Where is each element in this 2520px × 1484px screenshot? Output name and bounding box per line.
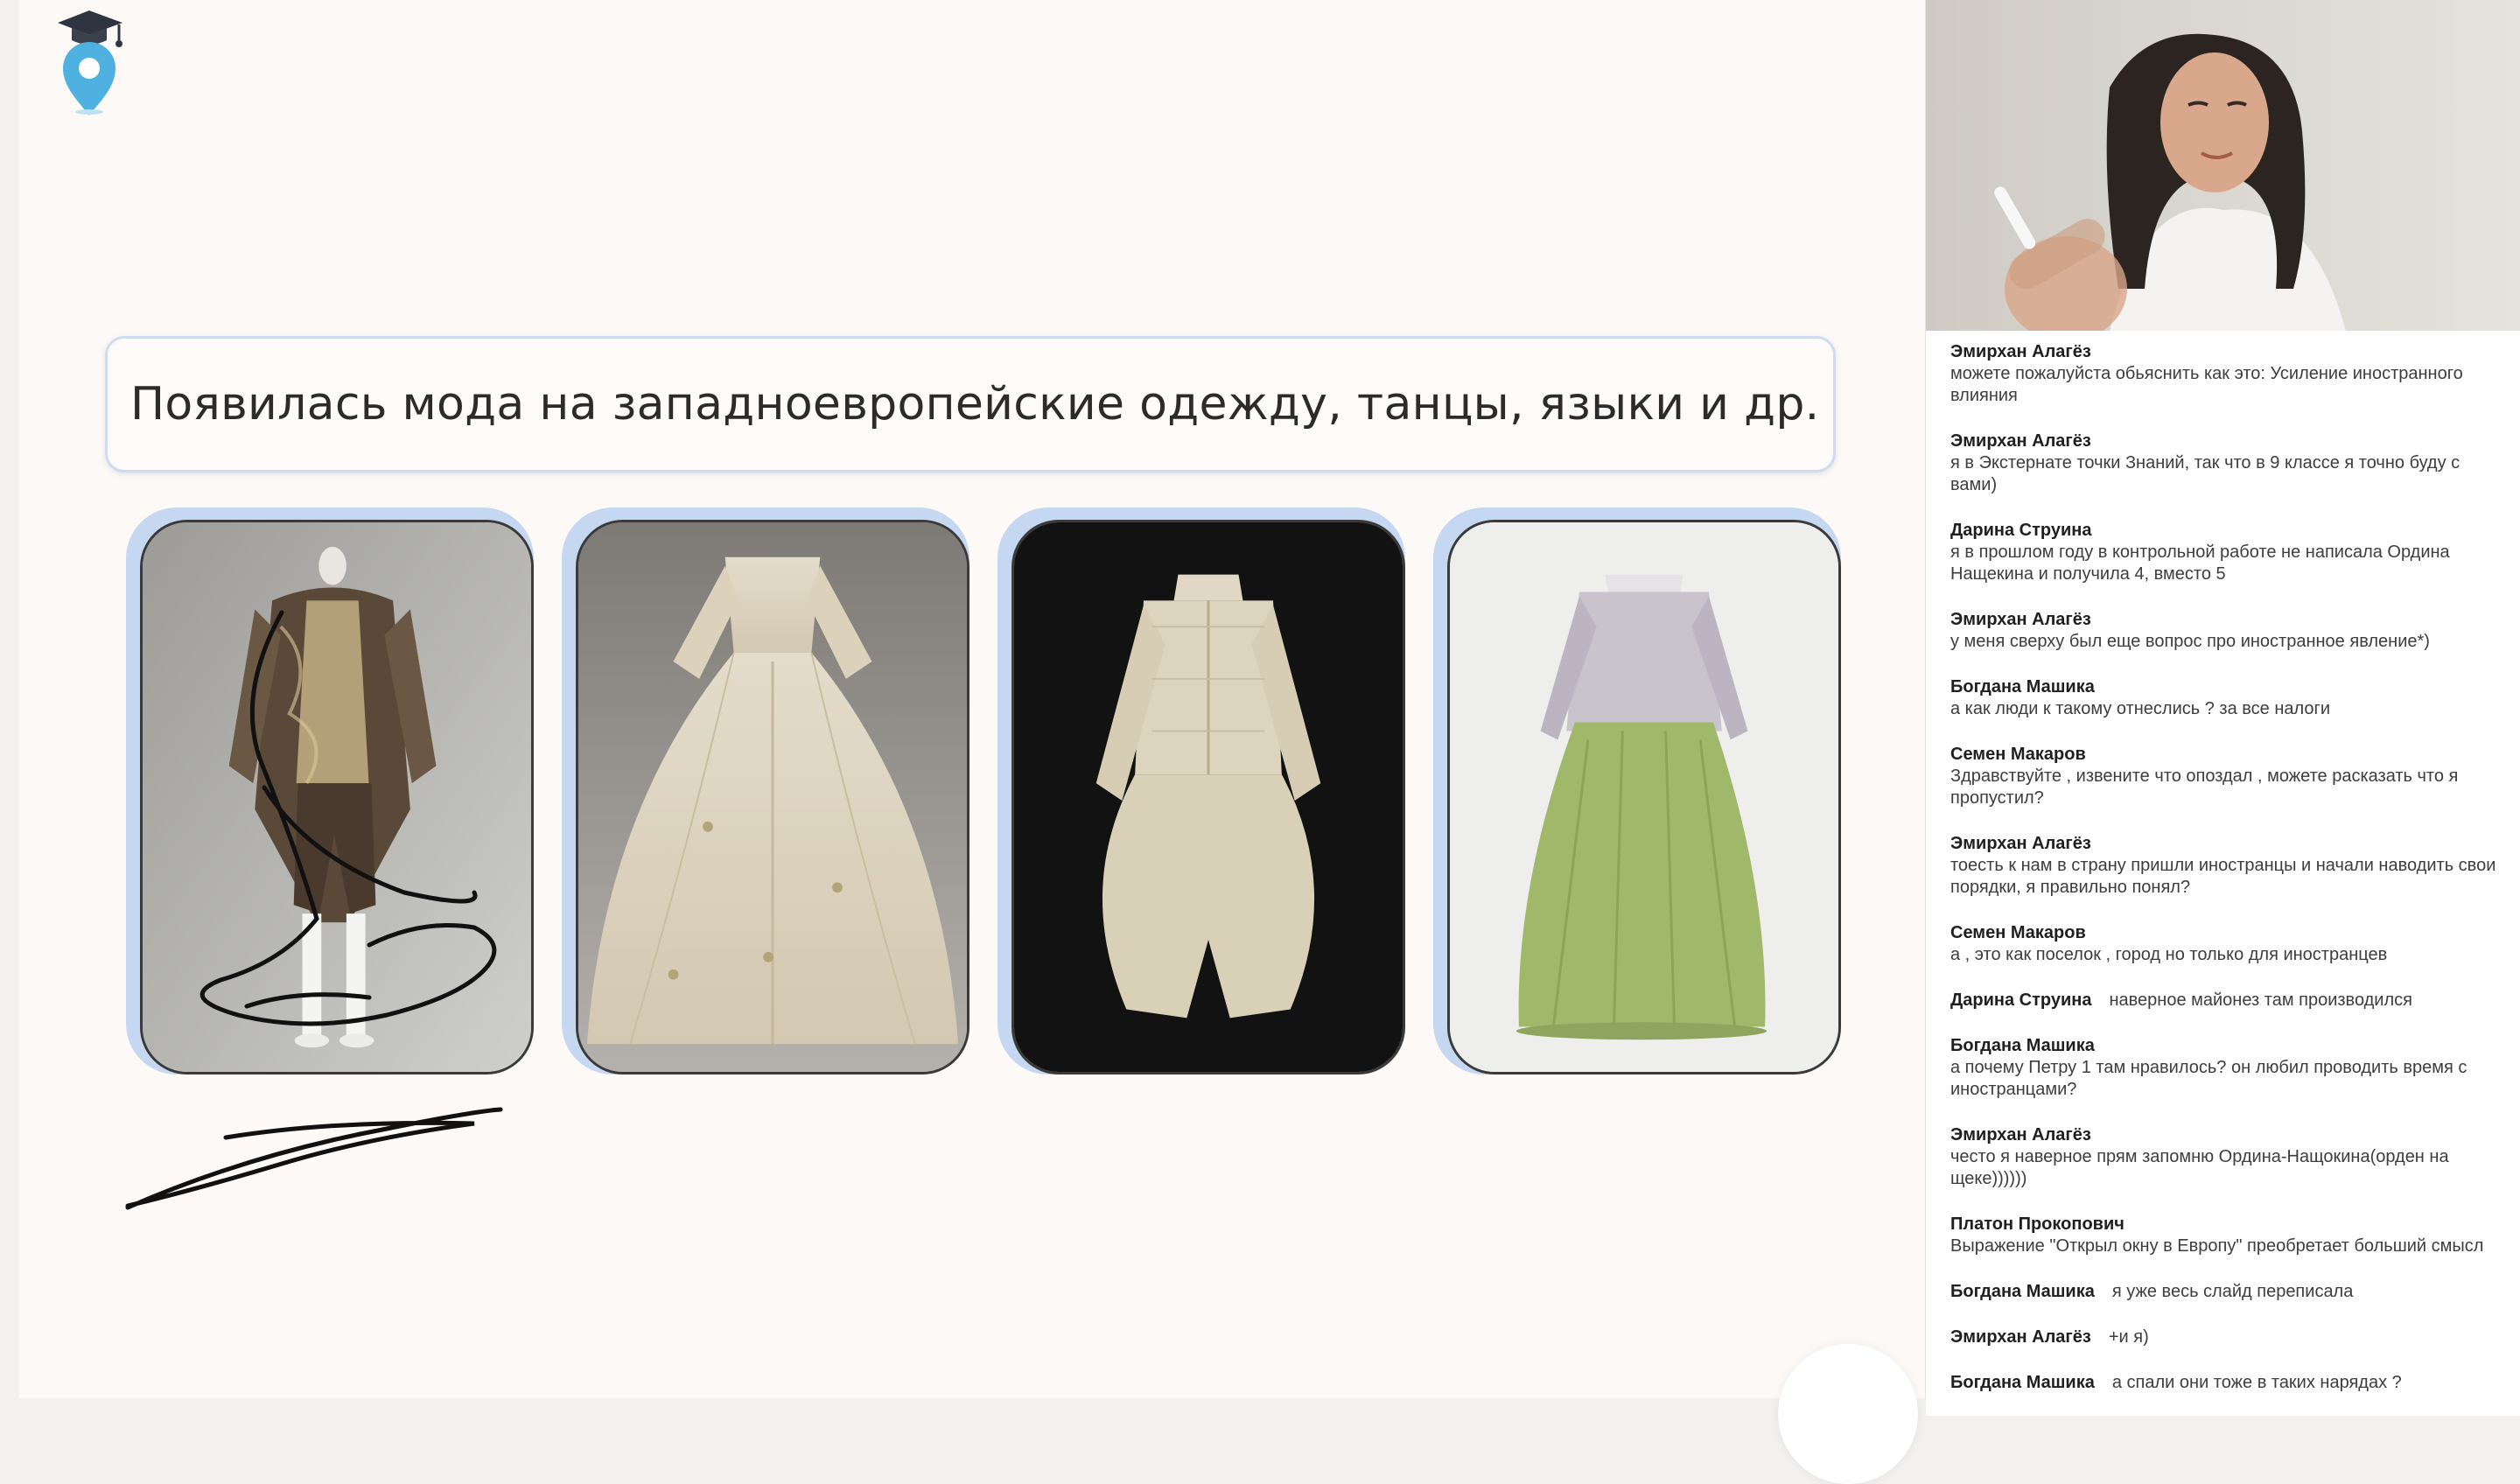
chat-message-text: я в Экстернате точки Знаний, так что в 9… — [1950, 453, 2460, 494]
slide-corner-circle — [1778, 1344, 1918, 1484]
headline-box: Появилась мода на западноевропейские оде… — [105, 336, 1836, 472]
chat-message-text: наверное майонез там производился — [2109, 990, 2412, 1010]
chat-message-author: Эмирхан Алагёз — [1950, 1327, 2091, 1347]
chat-message-author: Эмирхан Алагёз — [1950, 431, 2091, 451]
costume-photo-gown — [576, 520, 970, 1074]
chat-message-text: тоесть к нам в страну пришли иностранцы … — [1950, 856, 2496, 897]
chat-message-author: Семен Макаров — [1950, 745, 2086, 764]
chat-panel: Эмирхан Алагёз можете пожалуйста обьяснит… — [1950, 341, 2510, 1409]
chat-message: Эмирхан Алагёз тоесть к нам в страну приш… — [1950, 833, 2510, 899]
photo-frame-2 — [562, 508, 970, 1074]
chat-message-author: Эмирхан Алагёз — [1950, 342, 2091, 361]
chat-message-author: Семен Макаров — [1950, 923, 2086, 942]
chat-message-author: Дарина Струина — [1950, 990, 2092, 1010]
chat-message: Дарина Струина наверное майонез там произ… — [1950, 990, 2510, 1012]
chat-message: Дарина Струина я в прошлом году в контрол… — [1950, 520, 2510, 585]
chat-message-author: Эмирхан Алагёз — [1950, 610, 2091, 629]
chat-message-author: Богдана Машика — [1950, 1373, 2095, 1392]
chat-message-text: Здравствуйте , извените что опоздал , мо… — [1950, 766, 2459, 808]
chat-message: Платон Прокопович Выражение "Открыл окну … — [1950, 1214, 2510, 1257]
chat-message: Эмирхан Алагёз можете пожалуйста обьяснит… — [1950, 341, 2510, 407]
chat-message-text: я в прошлом году в контрольной работе не… — [1950, 542, 2450, 584]
chat-message-text: често я наверное прям запомню Ордина-Нащ… — [1950, 1147, 2449, 1188]
chat-message-author: Платон Прокопович — [1950, 1214, 2124, 1234]
chat-message: Эмирхан Алагёз у меня сверху был еще вопр… — [1950, 609, 2510, 653]
stream-sidebar: Эмирхан Алагёз можете пожалуйста обьяснит… — [1926, 0, 2520, 1416]
chat-message-text: Выражение "Открыл окну в Европу" преобре… — [1950, 1236, 2484, 1256]
chat-message: Богдана Машика а почему Петру 1 там нрави… — [1950, 1035, 2510, 1101]
graduation-pin-logo — [58, 10, 122, 116]
chat-message: Семен Макаров а , это как поселок , город… — [1950, 922, 2510, 966]
chat-message-text: можете пожалуйста обьяснить как это: Уси… — [1950, 364, 2463, 405]
chat-message-text: я уже весь слайд переписала — [2111, 1282, 2354, 1301]
chat-message: Эмирхан Алагёз +и я) — [1950, 1326, 2510, 1348]
chat-message-author: Дарина Струина — [1950, 521, 2092, 540]
webcam-video — [1926, 0, 2520, 331]
photo-frame-3 — [998, 508, 1405, 1074]
chat-message-text: +и я) — [2108, 1327, 2149, 1347]
chat-message-author: Богдана Машика — [1950, 1036, 2095, 1055]
chat-message: Эмирхан Алагёз я в Экстернате точки Знани… — [1950, 430, 2510, 496]
photo-frame-4 — [1433, 508, 1841, 1074]
chat-message-text: а спали они тоже в таких нарядах ? — [2111, 1373, 2402, 1392]
chat-message: Семен Макаров Здравствуйте , извените что… — [1950, 744, 2510, 809]
chat-message-author: Эмирхан Алагёз — [1950, 1125, 2091, 1144]
chat-message: Богдана Машика я уже весь слайд переписал… — [1950, 1281, 2510, 1303]
chat-message: Богдана Машика а спали они тоже в таких н… — [1950, 1372, 2510, 1394]
chat-message-author: Богдана Машика — [1950, 677, 2095, 696]
chat-message: Богдана Машика а как люди к такому отнесл… — [1950, 676, 2510, 720]
chat-message-text: а почему Петру 1 там нравилось? он любил… — [1950, 1058, 2468, 1099]
costume-photo-male — [140, 520, 534, 1074]
photo-frame-1 — [126, 508, 534, 1074]
chat-message-text: а , это как поселок , город но только дл… — [1950, 945, 2388, 964]
chat-message-text: а как люди к такому отнеслись ? за все н… — [1950, 699, 2331, 718]
chat-message: Эмирхан Алагёз често я наверное прям запо… — [1950, 1124, 2510, 1190]
presentation-slide: Появилась мода на западноевропейские оде… — [19, 0, 1926, 1484]
costume-photo-green-skirt — [1447, 520, 1841, 1074]
chat-message-text: у меня сверху был еще вопрос про иностра… — [1950, 632, 2430, 651]
chat-message-author: Эмирхан Алагёз — [1950, 834, 2091, 853]
slide-headline: Появилась мода на западноевропейские оде… — [130, 378, 1820, 430]
costume-photo-doublet — [1012, 520, 1405, 1074]
chat-message-author: Богдана Машика — [1950, 1282, 2095, 1301]
